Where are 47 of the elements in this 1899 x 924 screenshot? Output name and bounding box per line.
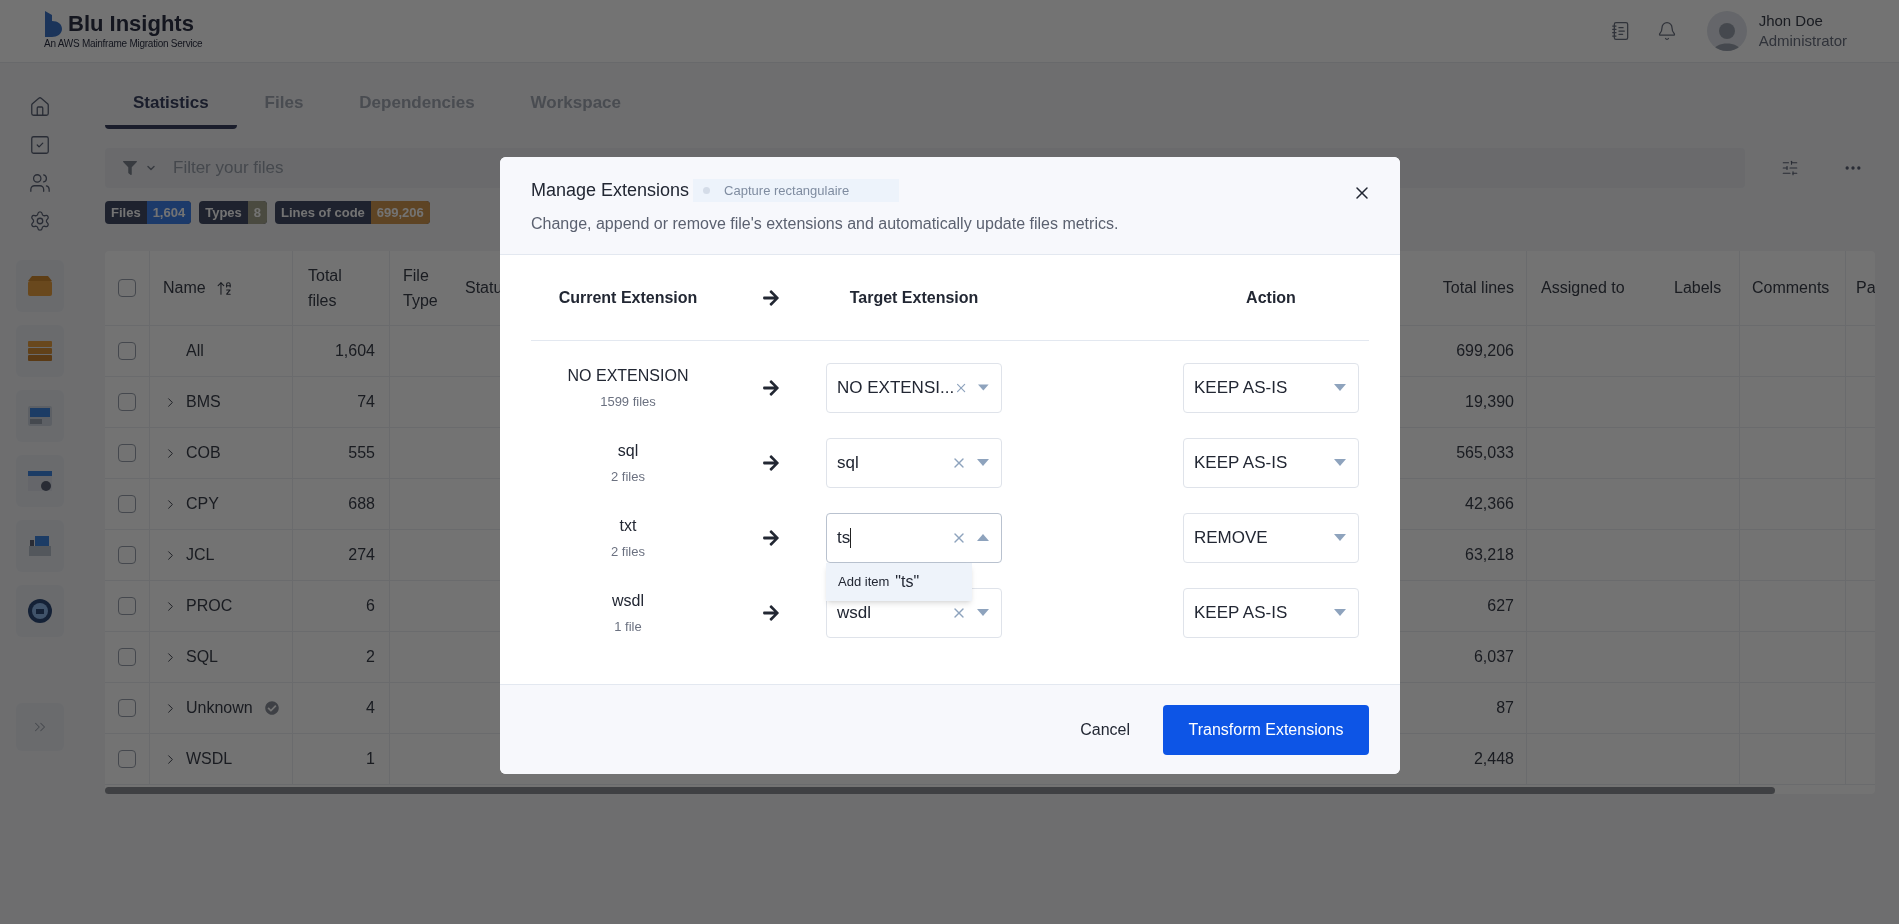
file-count: 2 files (611, 467, 645, 486)
table-cell-text: Unknown (186, 698, 253, 718)
file-count: 1 file (614, 617, 642, 636)
table-cell-text: 565,033 (1456, 443, 1514, 463)
table-cell-text: 42,366 (1465, 494, 1514, 514)
table-cell-text: 699,206 (1456, 341, 1514, 361)
table-cell-text: PROC (186, 596, 233, 616)
table-cell-text: 6,037 (1473, 647, 1514, 667)
table-cell-text: 87 (1496, 698, 1514, 718)
logo-title: Blu Insights (68, 13, 194, 35)
user-name: Jhon Doe (1758, 11, 1824, 31)
table-cell-text: SQL (186, 647, 218, 667)
user-role: Administrator (1758, 31, 1847, 51)
table-cell-text: 555 (348, 443, 375, 463)
extension-name: wsdl (612, 590, 644, 611)
extension-name: txt (619, 515, 637, 536)
extension-name: NO EXTENSION (567, 365, 689, 386)
table-cell-text: 688 (348, 494, 375, 514)
table-cell-text: 6 (366, 596, 375, 616)
capture-label: Capture rectangulaire (693, 178, 900, 203)
table-cell-text: 1,604 (334, 341, 375, 361)
file-count: 1599 files (600, 392, 656, 411)
column-header: Current Extension (557, 287, 699, 308)
table-cell-text: 2 (366, 647, 375, 667)
table-cell-text: COB (186, 443, 221, 463)
table-cell-text: 19,390 (1465, 392, 1514, 412)
table-cell-text: 4 (366, 698, 375, 718)
table-cell-text: 274 (348, 545, 375, 565)
extension-name: sql (617, 440, 639, 461)
count-badge: Lines of code 699,206 (275, 201, 430, 224)
dialog-title: Manage Extensions (531, 179, 690, 202)
table-cell-text: CPY (186, 494, 219, 514)
count-badge: Files 1,604 (105, 201, 192, 224)
table-cell-text: 627 (1487, 596, 1514, 616)
column-header: Target Extension (848, 287, 980, 308)
logo-subtitle: An AWS Mainframe Migration Service (44, 37, 203, 51)
table-cell-text: WSDL (186, 749, 233, 769)
table-cell-text: 1 (366, 749, 375, 769)
table-cell-text: JCL (186, 545, 215, 565)
table-cell-text: 2,448 (1473, 749, 1514, 769)
file-count: 2 files (611, 542, 645, 561)
table-cell-text: 63,218 (1465, 545, 1514, 565)
table-cell-text: All (186, 341, 204, 361)
dialog-description: Change, append or remove file's extensions and automatically update files metrics. (531, 214, 1120, 234)
table-cell-text: 74 (357, 392, 375, 412)
table-cell-text: BMS (186, 392, 221, 412)
column-header: Action (1245, 287, 1297, 308)
